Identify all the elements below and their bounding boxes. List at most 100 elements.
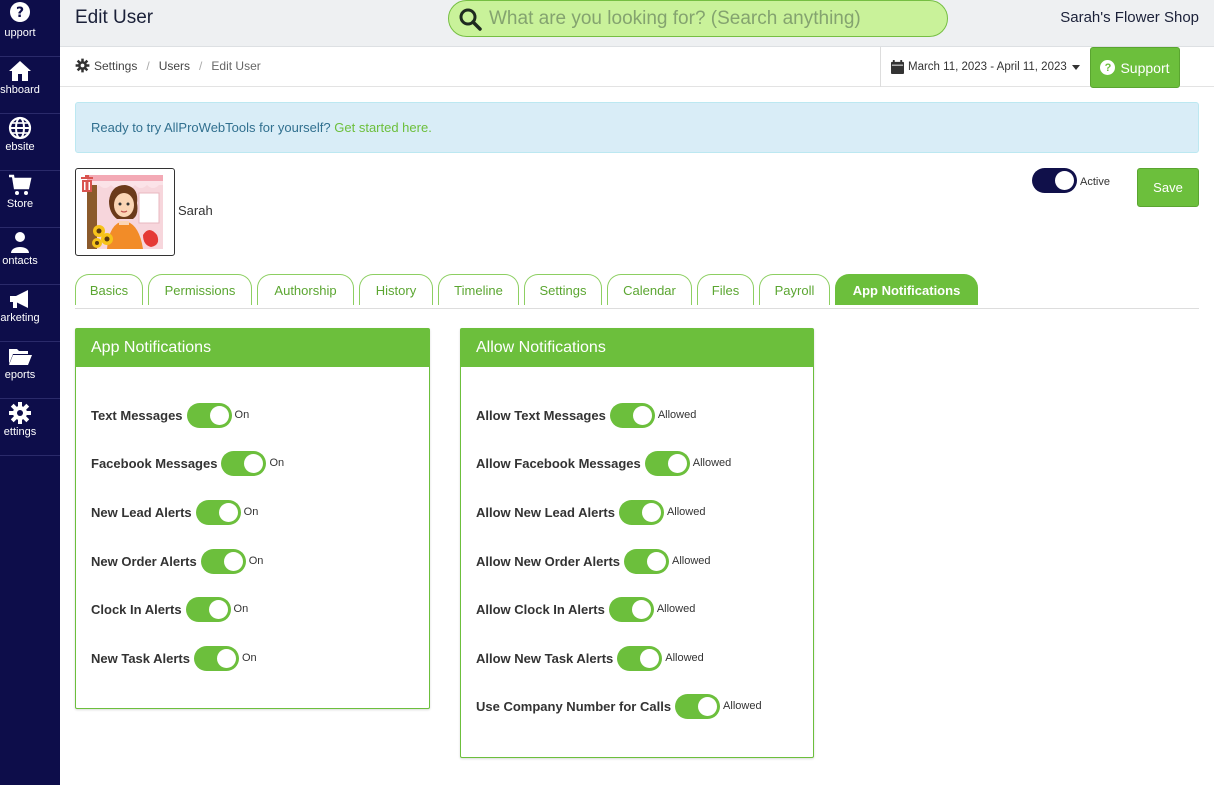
setting-row: New Order Alerts On bbox=[91, 548, 263, 574]
clock-in-alerts-toggle[interactable] bbox=[185, 596, 231, 622]
allow-new-task-alerts-toggle[interactable] bbox=[617, 645, 663, 671]
toggle-knob bbox=[217, 648, 236, 668]
page-title: Edit User bbox=[75, 7, 154, 28]
setting-row: Allow Text Messages Allowed bbox=[476, 402, 696, 428]
sidebar-item-settings[interactable]: ettings bbox=[0, 399, 60, 456]
avatar-box[interactable] bbox=[75, 168, 175, 256]
date-range-text: March 11, 2023 - April 11, 2023 bbox=[908, 61, 1067, 73]
avatar bbox=[87, 175, 163, 249]
tab-timeline[interactable]: Timeline bbox=[438, 274, 519, 305]
toggle-knob bbox=[640, 648, 660, 668]
save-button[interactable]: Save bbox=[1137, 168, 1199, 207]
tab-bar: Basics Permissions Authorship History Ti… bbox=[75, 274, 1199, 309]
tab-payroll[interactable]: Payroll bbox=[759, 274, 830, 305]
sidebar-item-website[interactable]: ebsite bbox=[0, 114, 60, 171]
tab-files[interactable]: Files bbox=[697, 274, 754, 305]
user-name: Sarah bbox=[178, 203, 213, 218]
tab-history[interactable]: History bbox=[359, 274, 433, 305]
setting-label: New Task Alerts bbox=[91, 650, 190, 666]
gear-icon bbox=[75, 58, 90, 73]
user-icon bbox=[11, 232, 29, 253]
breadcrumb-users[interactable]: Users bbox=[159, 59, 190, 73]
setting-state: On bbox=[242, 652, 257, 664]
toggle-knob bbox=[1055, 171, 1074, 190]
sidebar-item-label: eports bbox=[4, 369, 36, 381]
search-icon bbox=[459, 8, 482, 31]
setting-label: Allow Clock In Alerts bbox=[476, 601, 605, 617]
search-bar[interactable] bbox=[448, 0, 948, 37]
sidebar-item-store[interactable]: Store bbox=[0, 171, 60, 228]
setting-state: Allowed bbox=[656, 603, 696, 615]
toggle-knob bbox=[223, 551, 243, 571]
new-task-alerts-toggle[interactable] bbox=[194, 645, 239, 671]
setting-label: Clock In Alerts bbox=[91, 601, 182, 617]
setting-state: Allowed bbox=[692, 457, 732, 469]
setting-row: Allow Clock In Alerts Allowed bbox=[476, 596, 695, 622]
setting-row: Allow New Order Alerts Allowed bbox=[476, 548, 711, 574]
setting-state: Allowed bbox=[672, 555, 711, 567]
allow-new-lead-alerts-toggle[interactable] bbox=[618, 499, 664, 525]
allow-new-order-alerts-toggle[interactable] bbox=[624, 548, 669, 574]
megaphone-icon bbox=[10, 290, 28, 308]
promo-alert: Ready to try AllProWebTools for yourself… bbox=[75, 102, 1199, 153]
allow-clock-in-alerts-toggle[interactable] bbox=[608, 596, 654, 622]
facebook-messages-toggle[interactable] bbox=[221, 450, 267, 476]
setting-row: New Task Alerts On bbox=[91, 645, 257, 671]
sidebar-item-label: shboard bbox=[0, 84, 40, 96]
setting-row: Clock In Alerts On bbox=[91, 596, 248, 622]
calendar-icon bbox=[891, 60, 904, 74]
alert-text: Ready to try AllProWebTools for yourself… bbox=[91, 120, 335, 135]
setting-label: New Lead Alerts bbox=[91, 504, 192, 520]
setting-row: Allow New Lead Alerts Allowed bbox=[476, 499, 705, 525]
setting-label: Allow New Task Alerts bbox=[476, 650, 614, 666]
date-range-picker[interactable]: March 11, 2023 - April 11, 2023 bbox=[880, 47, 1080, 87]
get-started-link[interactable]: Get started here. bbox=[334, 120, 432, 135]
new-lead-alerts-toggle[interactable] bbox=[195, 499, 241, 525]
sidebar-item-support[interactable]: ? upport bbox=[0, 0, 60, 57]
setting-row: Use Company Number for Calls Allowed bbox=[476, 693, 762, 719]
setting-state: Allowed bbox=[723, 700, 762, 712]
tab-settings[interactable]: Settings bbox=[524, 274, 602, 305]
question-circle-icon: ? bbox=[1100, 60, 1116, 75]
text-messages-toggle[interactable] bbox=[186, 402, 232, 428]
tab-permissions[interactable]: Permissions bbox=[148, 274, 252, 305]
setting-row: Allow New Task Alerts Allowed bbox=[476, 645, 704, 671]
trash-icon[interactable] bbox=[80, 175, 94, 192]
svg-text:?: ? bbox=[16, 5, 24, 21]
search-input[interactable] bbox=[489, 4, 929, 34]
tab-calendar[interactable]: Calendar bbox=[607, 274, 692, 305]
tab-app-notifications[interactable]: App Notifications bbox=[835, 274, 978, 305]
sidebar-item-marketing[interactable]: arketing bbox=[0, 285, 60, 342]
breadcrumb-settings[interactable]: Settings bbox=[94, 59, 137, 73]
sidebar-item-reports[interactable]: eports bbox=[0, 342, 60, 399]
breadcrumb-separator: / bbox=[146, 58, 150, 73]
toggle-knob bbox=[667, 453, 687, 473]
allow-facebook-messages-toggle[interactable] bbox=[644, 450, 690, 476]
home-icon bbox=[9, 61, 31, 81]
gear-icon bbox=[9, 402, 31, 424]
sidebar-item-label: ontacts bbox=[2, 255, 38, 267]
breadcrumb-separator: / bbox=[199, 58, 203, 73]
shop-name[interactable]: Sarah's Flower Shop bbox=[1060, 9, 1199, 26]
toggle-knob bbox=[208, 599, 228, 619]
breadcrumb-current: Edit User bbox=[211, 58, 261, 73]
setting-label: Allow New Lead Alerts bbox=[476, 504, 615, 520]
folder-icon bbox=[9, 349, 32, 365]
sidebar-item-contacts[interactable]: ontacts bbox=[0, 228, 60, 285]
cart-icon bbox=[9, 174, 32, 195]
support-button[interactable]: ? Support bbox=[1090, 47, 1180, 88]
setting-label: Use Company Number for Calls bbox=[476, 698, 672, 714]
toggle-knob bbox=[218, 502, 238, 522]
support-button-label: Support bbox=[1120, 59, 1170, 76]
tab-authorship[interactable]: Authorship bbox=[257, 274, 354, 305]
tab-basics[interactable]: Basics bbox=[75, 274, 143, 305]
sidebar-item-dashboard[interactable]: shboard bbox=[0, 57, 60, 114]
setting-row: Facebook Messages On bbox=[91, 450, 284, 476]
panel-title: Allow Notifications bbox=[461, 329, 813, 367]
active-toggle[interactable] bbox=[1032, 168, 1077, 193]
allow-text-messages-toggle[interactable] bbox=[609, 402, 655, 428]
setting-label: Allow Facebook Messages bbox=[476, 455, 641, 471]
use-company-number-toggle[interactable] bbox=[675, 693, 721, 719]
new-order-alerts-toggle[interactable] bbox=[200, 548, 246, 574]
sidebar-item-label: ettings bbox=[3, 426, 37, 438]
